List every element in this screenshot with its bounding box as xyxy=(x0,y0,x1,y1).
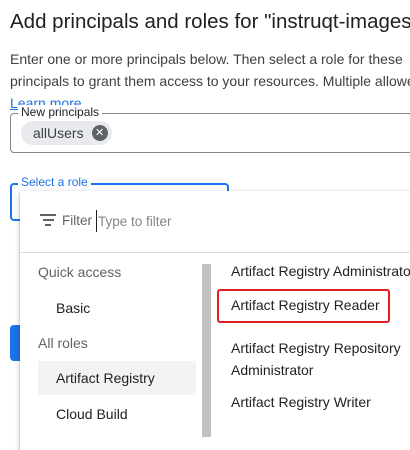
remove-chip-icon[interactable]: ✕ xyxy=(91,125,108,141)
filter-row: Filter xyxy=(20,191,410,253)
role-artifact-registry-reader[interactable]: Artifact Registry Reader xyxy=(220,294,410,316)
role-category-list: Quick access Basic All roles Artifact Re… xyxy=(20,254,204,450)
role-select-label: Select a role xyxy=(18,175,91,189)
principal-chip: allUsers ✕ xyxy=(21,121,112,145)
all-roles-header: All roles xyxy=(38,335,88,351)
role-artifact-registry-repository-administrator[interactable]: Artifact Registry Repository Administrat… xyxy=(220,337,410,381)
category-artifact-registry[interactable]: Artifact Registry xyxy=(38,361,196,395)
filter-input[interactable] xyxy=(96,210,296,232)
description-text: Enter one or more principals below. Then… xyxy=(10,51,410,89)
category-cloud-build[interactable]: Cloud Build xyxy=(38,397,196,431)
category-basic[interactable]: Basic xyxy=(38,291,196,325)
role-artifact-registry-administrator[interactable]: Artifact Registry Administrator xyxy=(220,260,410,282)
role-artifact-registry-writer[interactable]: Artifact Registry Writer xyxy=(220,391,410,413)
new-principals-label: New principals xyxy=(18,105,103,119)
role-dropdown-panel: Filter Quick access Basic All roles Arti… xyxy=(20,191,410,450)
filter-label: Filter xyxy=(62,213,92,228)
new-principals-field[interactable]: New principals allUsers ✕ xyxy=(10,105,410,153)
category-scrollbar[interactable] xyxy=(202,264,211,437)
principal-chip-label: allUsers xyxy=(33,125,84,141)
filter-icon xyxy=(40,214,56,228)
quick-access-header: Quick access xyxy=(38,264,122,280)
dialog-title: Add principals and roles for "instruqt-i… xyxy=(10,10,410,33)
